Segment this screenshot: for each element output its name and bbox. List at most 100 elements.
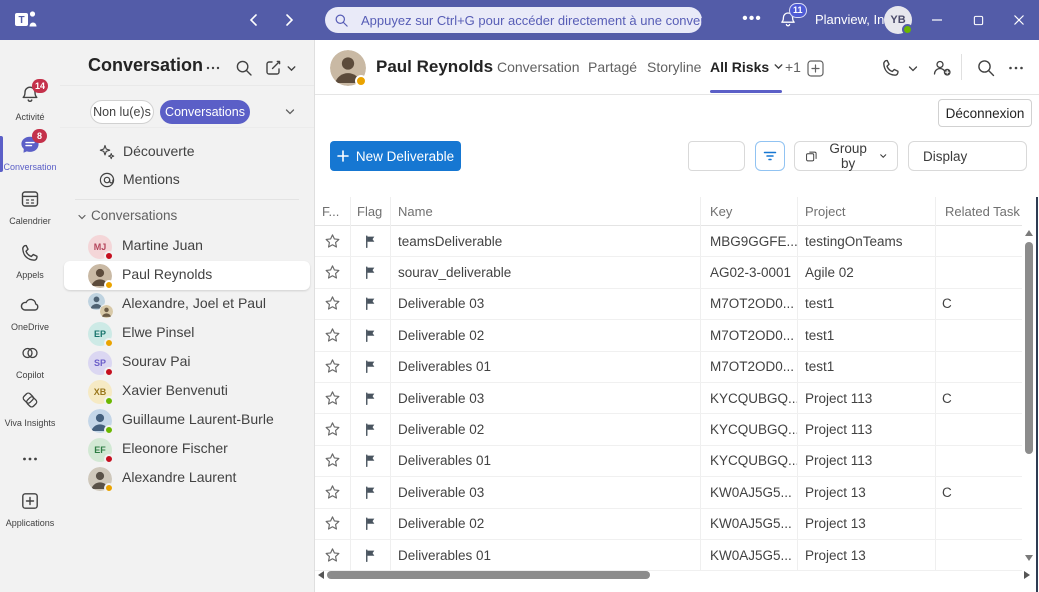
favorite-star-icon[interactable] (315, 352, 350, 382)
rail-item-calendar[interactable]: Calendrier (0, 188, 60, 226)
vertical-scroll-thumb[interactable] (1025, 242, 1033, 454)
org-switcher[interactable]: Planview, Inc. (815, 0, 895, 40)
table-row[interactable]: teamsDeliverable MBG9GGFE... testingOnTe… (315, 226, 1022, 257)
titlebar-more-icon[interactable]: ••• (737, 8, 767, 32)
scroll-right-icon[interactable] (1024, 571, 1030, 579)
favorite-star-icon[interactable] (315, 289, 350, 319)
flag-icon[interactable] (350, 320, 390, 350)
column-related-task[interactable]: Related Task (945, 204, 1020, 219)
rail-item-chat[interactable]: 8 Conversation (0, 134, 60, 172)
tab-overflow-count[interactable]: +1 (785, 59, 801, 75)
favorite-star-icon[interactable] (315, 383, 350, 413)
chat-list-item[interactable]: XB Xavier Benvenuti (64, 377, 310, 406)
chat-list-item[interactable]: PR Paul Reynolds (64, 261, 310, 290)
column-favorite[interactable]: F... (322, 204, 339, 219)
chat-list-item[interactable]: EP Elwe Pinsel (64, 319, 310, 348)
chat-more-icon[interactable] (1005, 57, 1027, 79)
favorite-star-icon[interactable] (315, 540, 350, 570)
user-avatar[interactable]: YB (884, 6, 912, 34)
new-deliverable-button[interactable]: New Deliverable (330, 141, 461, 171)
rail-item-viva-insights[interactable]: Viva Insights (0, 390, 60, 428)
rail-item-copilot[interactable]: Copilot (0, 342, 60, 380)
chat-list-item[interactable]: SP Sourav Pai (64, 348, 310, 377)
flag-icon[interactable] (350, 414, 390, 444)
conversations-section-header[interactable]: Conversations (60, 205, 314, 229)
flag-icon[interactable] (350, 446, 390, 476)
filter-button[interactable] (755, 141, 785, 171)
column-flag[interactable]: Flag (357, 204, 382, 219)
flag-icon[interactable] (350, 540, 390, 570)
column-name[interactable]: Name (398, 204, 433, 219)
filters-chevron-down-icon[interactable] (284, 106, 296, 118)
horizontal-scroll-thumb[interactable] (327, 571, 650, 579)
favorite-star-icon[interactable] (315, 509, 350, 539)
favorite-star-icon[interactable] (315, 320, 350, 350)
disconnect-button[interactable]: Déconnexion (938, 99, 1032, 127)
table-row[interactable]: Deliverables 01 KW0AJ5G5... Project 13 (315, 540, 1022, 571)
add-tab-icon[interactable] (807, 60, 824, 77)
table-row[interactable]: Deliverable 03 M7OT2OD0... test1 C (315, 289, 1022, 320)
scroll-down-icon[interactable] (1025, 555, 1033, 561)
chat-list-item[interactable]: AL Alexandre Laurent (64, 464, 310, 493)
compose-chevron-down-icon[interactable] (286, 63, 297, 74)
sidebar-item-mentions[interactable]: Mentions (60, 167, 314, 194)
filter-unread-pill[interactable]: Non lu(e)s (90, 100, 154, 124)
deliverable-search-input[interactable] (688, 141, 745, 171)
tab-partage[interactable]: Partagé (588, 59, 637, 75)
add-people-icon[interactable] (931, 57, 953, 79)
rail-item-apps[interactable]: Applications (0, 490, 60, 528)
compose-icon[interactable] (263, 58, 283, 78)
table-row[interactable]: Deliverable 02 KYCQUBGQ... Project 113 (315, 414, 1022, 445)
favorite-star-icon[interactable] (315, 414, 350, 444)
flag-icon[interactable] (350, 257, 390, 287)
display-button[interactable]: Display (908, 141, 1027, 171)
column-key[interactable]: Key (710, 204, 732, 219)
favorite-star-icon[interactable] (315, 257, 350, 287)
chat-list-item[interactable]: AJ Alexandre, Joel et Paul (64, 290, 310, 319)
flag-icon[interactable] (350, 509, 390, 539)
maximize-icon[interactable] (958, 0, 998, 40)
flag-icon[interactable] (350, 352, 390, 382)
filter-conversations-pill[interactable]: Conversations (160, 100, 250, 124)
tab-all-risks[interactable]: All Risks (710, 59, 784, 75)
table-row[interactable]: Deliverable 03 KW0AJ5G5... Project 13 C (315, 477, 1022, 508)
chat-list-item[interactable]: EF Eleonore Fischer (64, 435, 310, 464)
sidebar-item-discover[interactable]: Découverte (60, 139, 314, 166)
flag-icon[interactable] (350, 383, 390, 413)
minimize-icon[interactable] (917, 0, 957, 40)
sidebar-search-icon[interactable] (234, 58, 254, 78)
group-by-button[interactable]: Group by (794, 141, 898, 171)
flag-icon[interactable] (350, 289, 390, 319)
global-search-input[interactable] (325, 7, 702, 33)
favorite-star-icon[interactable] (315, 226, 350, 256)
chat-list-item[interactable]: MJ Martine Juan (64, 232, 310, 261)
call-icon[interactable] (880, 57, 902, 79)
table-row[interactable]: Deliverable 02 M7OT2OD0... test1 (315, 320, 1022, 351)
sidebar-more-icon[interactable] (203, 58, 223, 78)
tab-storyline[interactable]: Storyline (647, 59, 701, 75)
rail-item-onedrive[interactable]: OneDrive (0, 294, 60, 332)
table-row[interactable]: Deliverable 03 KYCQUBGQ... Project 113 C (315, 383, 1022, 414)
chat-header-avatar[interactable] (330, 50, 366, 86)
table-row[interactable]: Deliverables 01 M7OT2OD0... test1 (315, 352, 1022, 383)
flag-icon[interactable] (350, 226, 390, 256)
rail-item-calls[interactable]: Appels (0, 242, 60, 280)
tab-conversation[interactable]: Conversation (497, 59, 580, 75)
call-chevron-down-icon[interactable] (907, 63, 919, 75)
scroll-up-icon[interactable] (1025, 230, 1033, 236)
chat-search-icon[interactable] (975, 57, 997, 79)
forward-icon[interactable] (280, 11, 298, 29)
favorite-star-icon[interactable] (315, 477, 350, 507)
column-project[interactable]: Project (805, 204, 845, 219)
rail-item-activity[interactable]: 14 Activité (0, 84, 60, 122)
table-row[interactable]: Deliverables 01 KYCQUBGQ... Project 113 (315, 446, 1022, 477)
close-icon[interactable] (999, 0, 1039, 40)
back-icon[interactable] (245, 11, 263, 29)
scroll-left-icon[interactable] (318, 571, 324, 579)
table-row[interactable]: sourav_deliverable AG02-3-0001 Agile 02 (315, 257, 1022, 288)
flag-icon[interactable] (350, 477, 390, 507)
table-row[interactable]: Deliverable 02 KW0AJ5G5... Project 13 (315, 509, 1022, 540)
favorite-star-icon[interactable] (315, 446, 350, 476)
chat-list-item[interactable]: GL Guillaume Laurent-Burle (64, 406, 310, 435)
rail-more-apps[interactable] (0, 448, 60, 475)
